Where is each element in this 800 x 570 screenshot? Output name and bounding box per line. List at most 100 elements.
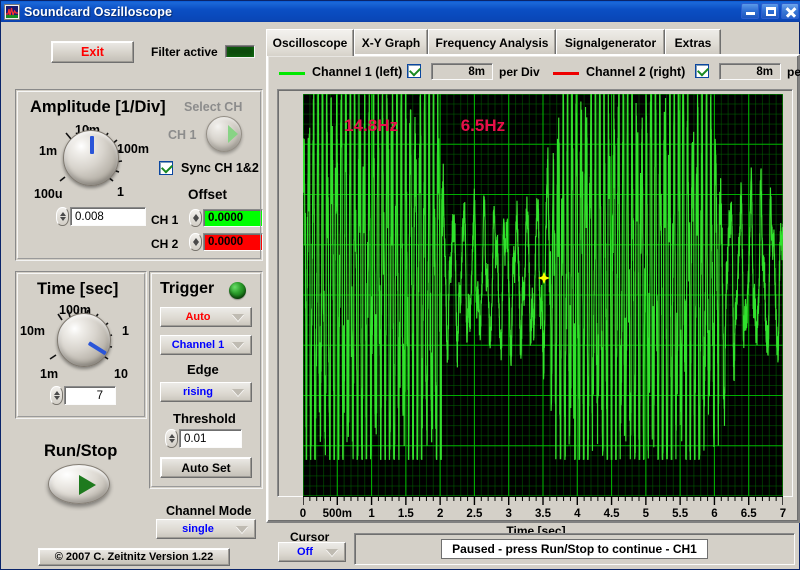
trigger-edge-value: rising: [183, 386, 213, 398]
offset-ch1-field[interactable]: 0.0000: [203, 209, 263, 227]
maximize-button[interactable]: [761, 3, 779, 19]
offset-ch2-label: CH 2: [151, 237, 179, 251]
x-tick-label: 4: [574, 508, 581, 520]
offset-ch1-label: CH 1: [151, 213, 179, 227]
offset-ch2-spinner[interactable]: [189, 233, 202, 251]
channel2-enable-checkbox[interactable]: [695, 64, 709, 78]
select-ch-value: CH 1: [168, 128, 197, 142]
filter-active-label: Filter active: [151, 45, 218, 59]
trigger-threshold-field[interactable]: 0.01: [179, 429, 242, 448]
tab-xy-graph[interactable]: X-Y Graph: [354, 29, 428, 55]
oscilloscope-plot[interactable]: 14.8Hz 6.5Hz: [303, 94, 783, 496]
time-spinner[interactable]: [50, 386, 63, 405]
x-tick-label: 2: [436, 508, 444, 520]
x-axis-ticks: [303, 496, 783, 505]
x-tick-label: 1: [368, 508, 375, 520]
amplitude-value-field[interactable]: 0.008: [70, 207, 146, 226]
chevron-down-icon: [232, 342, 244, 349]
channel-mode-combo[interactable]: single: [156, 519, 256, 539]
x-tick-label: 6: [711, 508, 718, 520]
x-tick-label: 7: [779, 508, 787, 520]
trigger-mode-value: Auto: [185, 311, 211, 323]
trigger-edge-combo[interactable]: rising: [160, 382, 252, 402]
status-message: Paused - press Run/Stop to continue - CH…: [441, 539, 708, 559]
x-tick-label: 4.5: [603, 508, 620, 520]
sync-ch-label: Sync CH 1&2: [181, 161, 259, 175]
select-ch-knob[interactable]: [206, 116, 242, 152]
tab-bar: Oscilloscope X-Y Graph Frequency Analysi…: [266, 29, 800, 56]
exit-button[interactable]: Exit: [51, 41, 134, 63]
channel1-per-div-field[interactable]: 8m: [431, 63, 493, 80]
x-axis-tick-labels: 0 500m 1 1.5 2 2.5 3 3.5 4 4.5 5 5.5 6 6.5 7: [278, 508, 794, 522]
trigger-channel-value: Channel 1: [171, 339, 225, 351]
x-tick-label: 5: [642, 508, 650, 520]
cursor-combo[interactable]: Off: [278, 542, 346, 562]
channel2-legend-line: [553, 72, 579, 75]
x-tick-label: 500m: [322, 508, 352, 520]
channel1-legend-line: [279, 72, 305, 75]
oscilloscope-panel: Channel 1 (left) 8m per Div Channel 2 (r…: [266, 54, 800, 538]
select-ch-label: Select CH: [184, 100, 243, 114]
tab-signalgenerator[interactable]: Signalgenerator: [556, 29, 665, 55]
time-knob[interactable]: [57, 313, 111, 367]
channel1-per-div-label: per Div: [499, 65, 540, 79]
trigger-channel-combo[interactable]: Channel 1: [160, 335, 252, 355]
channel2-per-div-label: per Div: [787, 65, 800, 79]
channel2-per-div-field[interactable]: 8m: [719, 63, 781, 80]
sync-ch-checkbox[interactable]: [159, 161, 173, 175]
tab-oscilloscope[interactable]: Oscilloscope: [266, 29, 354, 56]
annotation-2: 6.5Hz: [460, 116, 506, 135]
x-tick-label: 3: [505, 508, 512, 520]
window-controls: [741, 3, 799, 19]
x-tick-label: 0: [299, 508, 307, 520]
x-tick-label: 2.5: [466, 508, 483, 520]
chevron-down-icon: [232, 314, 244, 321]
cursor-crosshair-icon[interactable]: [538, 271, 551, 284]
trigger-edge-label: Edge: [187, 362, 219, 377]
offset-ch1-spinner[interactable]: [189, 209, 202, 227]
x-tick-label: 5.5: [672, 508, 689, 520]
channel1-label: Channel 1 (left): [312, 65, 403, 79]
amplitude-knob[interactable]: [63, 130, 119, 186]
offset-ch2-field[interactable]: 0.0000: [203, 233, 263, 251]
oscilloscope-icon: [4, 3, 20, 20]
window-title: Soundcard Oszilloscope: [24, 4, 173, 19]
filter-active-led: [225, 45, 255, 58]
x-tick-label: 1.5: [397, 508, 414, 520]
chevron-down-icon: [232, 389, 244, 396]
waveform-trace: [303, 94, 783, 460]
trigger-led: [229, 282, 246, 299]
offset-label: Offset: [188, 187, 228, 202]
cursor-value: Off: [297, 546, 313, 558]
chevron-down-icon: [236, 526, 248, 533]
trigger-group: Trigger Auto Channel 1 Edge rising Thres…: [149, 271, 263, 489]
channel2-label: Channel 2 (right): [586, 65, 686, 79]
tab-extras[interactable]: Extras: [665, 29, 721, 55]
annotation-1: 14.8Hz: [344, 116, 399, 135]
amplitude-group: Amplitude [1/Div] 10m 1m 100m 100u 1: [15, 89, 263, 261]
chevron-down-icon: [326, 549, 338, 556]
title-bar: Soundcard Oszilloscope: [1, 1, 800, 22]
run-stop-label: Run/Stop: [44, 442, 118, 460]
time-group: Time [sec] 100m 10m 1 10 1m 7: [15, 271, 147, 419]
run-stop-button[interactable]: [48, 464, 110, 504]
application-window: Soundcard Oszilloscope Exit Filter activ…: [0, 0, 800, 570]
copyright-label: © 2007 C. Zeitnitz Version 1.22: [38, 548, 230, 566]
trigger-title: Trigger: [160, 280, 215, 297]
channel-mode-value: single: [182, 523, 214, 535]
x-tick-label: 6.5: [740, 508, 757, 520]
x-tick-label: 3.5: [535, 508, 551, 520]
trigger-threshold-label: Threshold: [173, 411, 236, 426]
tab-frequency-analysis[interactable]: Frequency Analysis: [428, 29, 556, 55]
status-bar: Paused - press Run/Stop to continue - CH…: [354, 533, 795, 565]
trigger-threshold-spinner[interactable]: [165, 429, 178, 448]
close-button[interactable]: [781, 3, 799, 19]
channel-mode-label: Channel Mode: [166, 504, 252, 518]
channel1-enable-checkbox[interactable]: [407, 64, 421, 78]
play-icon: [79, 475, 96, 495]
trigger-mode-combo[interactable]: Auto: [160, 307, 252, 327]
minimize-button[interactable]: [741, 3, 759, 19]
amplitude-spinner[interactable]: [56, 207, 69, 226]
time-value-field[interactable]: 7: [64, 386, 116, 405]
auto-set-button[interactable]: Auto Set: [160, 457, 252, 478]
